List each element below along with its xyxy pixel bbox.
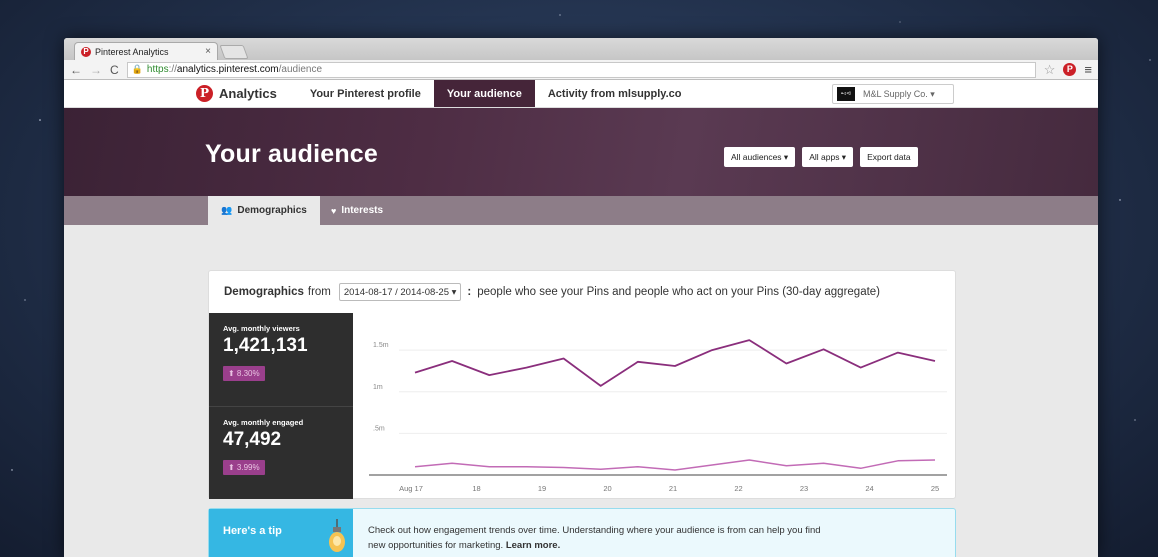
brand[interactable]: P Analytics (196, 80, 277, 107)
star-icon[interactable]: ☆ (1044, 62, 1056, 78)
lightbulb-icon (329, 519, 345, 552)
series-line-engaged (414, 459, 936, 471)
people-icon: 👥 (221, 205, 233, 215)
site-header: P Analytics Your Pinterest profile Your … (64, 80, 1098, 108)
reload-icon[interactable]: C (110, 63, 119, 77)
x-tick-label: 21 (669, 484, 677, 493)
metrics-panel: Avg. monthly viewers 1,421,131 ⬆ 8.30% A… (209, 313, 353, 499)
series-line-viewers (414, 339, 936, 387)
all-audiences-dropdown[interactable]: All audiences ▾ (724, 147, 796, 167)
nav-activity-from-site[interactable]: Activity from mlsupply.co (535, 80, 695, 107)
all-apps-dropdown[interactable]: All apps ▾ (802, 147, 854, 167)
tab-interests[interactable]: ♥ Interests (331, 196, 383, 225)
tip-label-panel: Here's a tip (209, 509, 353, 557)
back-arrow-icon[interactable]: ← (70, 63, 82, 77)
trend-chart: 1.5m 1m .5m Aug 17 18 19 20 21 22 23 24 25 (353, 313, 955, 499)
metric-viewers-label: Avg. monthly viewers (223, 324, 300, 333)
card-heading-colon: : (467, 286, 472, 298)
y-tick-label: 1.5m (373, 342, 389, 349)
metric-viewers[interactable]: Avg. monthly viewers 1,421,131 ⬆ 8.30% (209, 313, 353, 406)
pinterest-extension-icon[interactable]: P (1063, 63, 1077, 76)
metric-engaged[interactable]: Avg. monthly engaged 47,492 ⬆ 3.99% (209, 406, 353, 499)
x-tick-label: 18 (472, 484, 480, 493)
tip-text: Check out how engagement trends over tim… (368, 523, 908, 553)
browser-window: P Pinterest Analytics × ← → C 🔒 https :/… (64, 38, 1098, 557)
url-path: /audience (278, 64, 323, 75)
demographics-card: Demographics from 2014-08-17 / 2014-08-2… (208, 270, 956, 499)
metric-viewers-value: 1,421,131 (223, 335, 308, 356)
tab-close-icon[interactable]: × (205, 46, 211, 57)
tip-title: Here's a tip (223, 525, 282, 537)
pinterest-favicon-icon: P (81, 46, 91, 57)
card-heading: Demographics from 2014-08-17 / 2014-08-2… (209, 271, 955, 313)
tip-line-1: Check out how engagement trends over tim… (368, 525, 821, 536)
tab-demographics-label: Demographics (237, 205, 307, 216)
heart-icon: ♥ (331, 205, 337, 216)
url-separator: :// (168, 64, 177, 75)
account-name: M&L Supply Co. ▾ (863, 88, 935, 99)
x-tick-label: 20 (603, 484, 611, 493)
new-tab-button[interactable] (219, 45, 249, 59)
menu-icon[interactable]: ≡ (1084, 62, 1092, 77)
learn-more-link[interactable]: Learn more. (506, 540, 560, 551)
x-tick-label: Aug 17 (399, 484, 423, 493)
account-avatar: ▪◃⊲ (837, 87, 855, 101)
tab-title: Pinterest Analytics (95, 46, 169, 57)
hero-controls: All audiences ▾ All apps ▾ Export data (724, 147, 918, 167)
x-tick-label: 22 (734, 484, 742, 493)
hero-banner: Your audience All audiences ▾ All apps ▾… (64, 108, 1098, 196)
page-title: Your audience (205, 140, 379, 168)
url-field[interactable]: 🔒 https :// analytics.pinterest.com /aud… (126, 61, 1036, 78)
forward-arrow-icon[interactable]: → (90, 63, 102, 77)
metric-engaged-value: 47,492 (223, 429, 282, 450)
address-bar: ← → C 🔒 https :// analytics.pinterest.co… (64, 60, 1098, 80)
tab-demographics[interactable]: 👥 Demographics (208, 196, 320, 225)
export-data-button[interactable]: Export data (860, 147, 918, 167)
tip-banner: Here's a tip Check out how engagement tr… (208, 508, 956, 557)
metric-viewers-change-badge: ⬆ 8.30% (223, 366, 265, 381)
tip-line-2: new opportunities for marketing. (368, 540, 504, 551)
x-tick-label: 24 (865, 484, 873, 493)
metric-engaged-label: Avg. monthly engaged (223, 418, 304, 427)
pinterest-logo-icon: P (196, 85, 213, 102)
y-tick-label: .5m (373, 425, 385, 432)
nav-your-pinterest-profile[interactable]: Your Pinterest profile (297, 80, 434, 107)
url-scheme: https (146, 64, 169, 75)
card-heading-title: Demographics (224, 286, 304, 298)
x-tick-label: 23 (800, 484, 808, 493)
url-host: analytics.pinterest.com (176, 64, 279, 75)
brand-name: Analytics (219, 86, 277, 101)
nav-your-audience[interactable]: Your audience (433, 80, 535, 107)
account-switcher[interactable]: ▪◃⊲ M&L Supply Co. ▾ (832, 84, 954, 104)
metric-engaged-change-badge: ⬆ 3.99% (223, 460, 265, 475)
card-heading-from: from (307, 286, 331, 298)
sub-tabs: 👥 Demographics ♥ Interests (64, 196, 1098, 225)
tab-interests-label: Interests (341, 205, 384, 216)
x-tick-label: 19 (538, 484, 546, 493)
x-tick-label: 25 (931, 484, 939, 493)
trend-chart-svg: 1.5m 1m .5m Aug 17 18 19 20 21 22 23 24 25 (369, 339, 947, 493)
card-description: people who see your Pins and people who … (477, 286, 881, 298)
tab-strip: P Pinterest Analytics × (64, 38, 1098, 60)
browser-tab[interactable]: P Pinterest Analytics × (74, 42, 218, 60)
date-range-picker[interactable]: 2014-08-17 / 2014-08-25 ▾ (338, 283, 462, 301)
y-tick-label: 1m (373, 384, 383, 391)
lock-icon: 🔒 (131, 64, 143, 74)
